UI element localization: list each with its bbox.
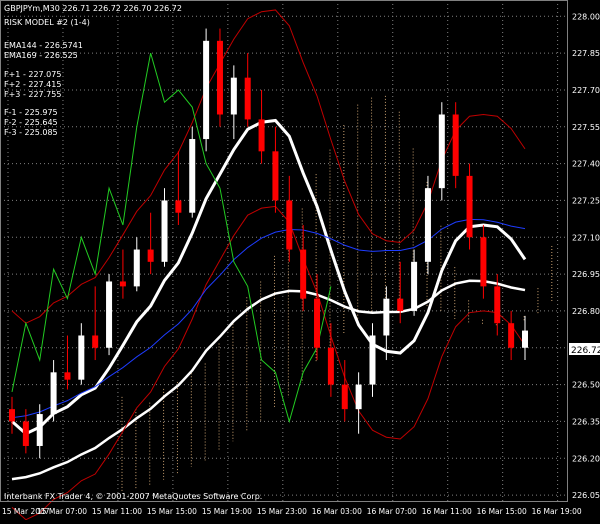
candle-body [522, 330, 528, 348]
candle-body [480, 237, 487, 287]
time-tick-label: 15 Mar 19:00 [202, 507, 252, 516]
candle-body [216, 40, 223, 115]
candle-body [106, 281, 113, 348]
candle-body [258, 119, 265, 152]
candle-body [327, 347, 334, 385]
price-tick-label: 226.95 [572, 270, 600, 279]
candle-body [147, 249, 154, 262]
candle-body [508, 323, 515, 348]
candle-body [203, 40, 210, 140]
candle-body [355, 384, 362, 410]
candle-body [133, 249, 140, 287]
time-tick-label: 16 Mar 07:00 [367, 507, 417, 516]
candle-body [438, 114, 445, 189]
fib-minus-3-label: F-3 - 225.085 [4, 128, 58, 137]
chart-window[interactable]: 228.00 227.85 227.70 227.55 227.40 227.25 227.… [0, 0, 600, 521]
fib-plus-1-label: F+1 - 227.075 [4, 70, 61, 79]
price-tick-label: 227.40 [572, 160, 600, 169]
candle-body [369, 335, 376, 385]
candle-body [9, 409, 15, 422]
price-tick-label: 226.80 [572, 307, 600, 316]
candle-body [341, 384, 348, 410]
candle-body [161, 200, 168, 262]
candle-body [383, 298, 390, 336]
time-tick-label: 15 Mar 11:00 [92, 507, 142, 516]
price-tick-label: 227.25 [572, 196, 600, 205]
price-tick-label: 226.20 [572, 454, 600, 463]
fib-minus-1-label: F-1 - 225.975 [4, 108, 58, 117]
platform-footer: Interbank FX Trader 4, © 2001-2007 MetaQ… [4, 492, 262, 501]
current-price-label: 226.72 [571, 346, 600, 356]
candle-body [92, 335, 99, 348]
time-tick-label: 16 Mar 15:00 [477, 507, 527, 516]
candle-body [230, 77, 237, 115]
time-tick-label: 16 Mar 19:00 [532, 507, 582, 516]
price-tick-label: 227.85 [572, 49, 600, 58]
fib-minus-2-label: F-2 - 225.645 [4, 118, 58, 127]
candle-body [50, 372, 57, 415]
candle-body [300, 249, 307, 299]
price-tick-label: 226.50 [572, 381, 600, 390]
time-tick-label: 16 Mar 03:00 [312, 507, 362, 516]
candle-body [411, 261, 418, 311]
price-tick-label: 226.35 [572, 417, 600, 426]
time-tick-label: 16 Mar 11:00 [422, 507, 472, 516]
candle-body [424, 188, 431, 262]
ema144-label: EMA144 - 226.5741 [4, 41, 83, 50]
candle-body [64, 372, 71, 380]
candle-body [175, 200, 182, 213]
candle-body [36, 414, 43, 446]
candle-body [286, 200, 293, 250]
candle-body [22, 421, 29, 446]
candle-body [78, 335, 85, 380]
fib-plus-2-label: F+2 - 227.415 [4, 80, 61, 89]
time-tick-label: 15 Mar 23:00 [257, 507, 307, 516]
time-tick-label: 15 Mar 07:00 [37, 507, 87, 516]
price-tick-label: 227.55 [572, 123, 600, 132]
risk-model-label: RISK MODEL #2 (1-4) [4, 18, 90, 27]
fib-plus-3-label: F+3 - 227.755 [4, 90, 61, 99]
candle-body [119, 281, 126, 287]
ema169-label: EMA169 - 226.525 [4, 51, 78, 60]
price-chart[interactable]: 228.00 227.85 227.70 227.55 227.40 227.25 227.… [0, 0, 600, 521]
price-tick-label: 228.00 [572, 12, 600, 21]
symbol-line: GBPJPYm,M30 226.71 226.72 226.70 226.72 [4, 4, 182, 13]
price-tick-label: 227.70 [572, 86, 600, 95]
candle-body [397, 298, 404, 311]
candle-body [244, 77, 251, 120]
candle-body [314, 298, 321, 348]
price-tick-label: 227.10 [572, 233, 600, 242]
candle-body [452, 114, 459, 176]
candle-body [466, 175, 473, 238]
time-tick-label: 15 Mar 15:00 [147, 507, 197, 516]
price-tick-label: 226.05 [572, 491, 600, 500]
candle-body [189, 139, 196, 213]
candle-body [272, 151, 279, 201]
candle-body [494, 286, 501, 324]
